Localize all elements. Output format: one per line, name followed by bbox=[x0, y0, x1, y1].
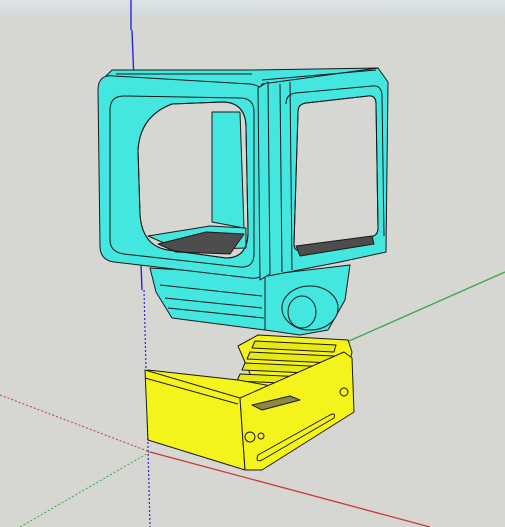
3d-viewport[interactable] bbox=[0, 0, 505, 527]
sky-background bbox=[0, 0, 505, 23]
scene-canvas[interactable] bbox=[0, 0, 505, 527]
